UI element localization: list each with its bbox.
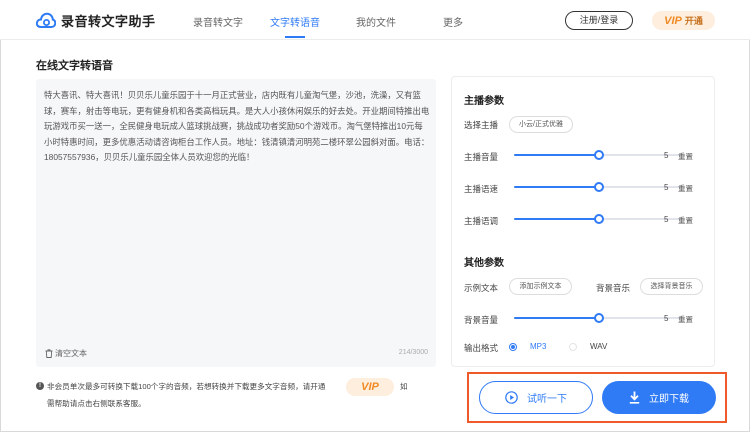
bgm-volume-reset-button[interactable]: 重置 [678,314,693,325]
preview-listen-label: 试听一下 [527,394,567,405]
info-icon: ! [36,382,44,390]
radio-selected-icon [509,342,517,351]
speed-label: 主播语速 [464,184,499,194]
add-sample-text-button[interactable]: 添加示例文本 [509,278,572,295]
notice-text-line1: 非会员单次最多可转换下载100个字的音频，若想转换并下载更多文字音频，请开通 [47,382,326,391]
action-highlight-box: 试听一下 立即下载 [467,372,727,423]
pitch-label: 主播语调 [464,216,499,226]
volume-reset-button[interactable]: 重置 [678,151,693,162]
speed-value: 5 [664,183,669,192]
text-editor[interactable]: 特大喜讯、特大喜讯！贝贝乐儿童乐园于十一月正式营业，店内既有儿童淘气堡，沙池，洗… [36,79,436,367]
speed-slider-fill [514,186,599,188]
bgm-volume-slider[interactable] [514,313,684,323]
vip-open-button[interactable]: VIP 开通 [652,11,715,30]
volume-slider-fill [514,154,599,156]
preview-listen-button[interactable]: 试听一下 [479,381,593,414]
volume-slider-thumb[interactable] [594,150,604,160]
choose-bgm-button[interactable]: 选择背景音乐 [640,278,703,295]
format-label: 输出格式 [464,343,499,353]
download-now-button[interactable]: 立即下载 [602,381,716,414]
notice-vip-button[interactable]: VIP [346,378,394,396]
pitch-reset-button[interactable]: 重置 [678,215,693,226]
app-logo[interactable]: 录音转文字助手 [36,11,156,30]
editor-text[interactable]: 特大喜讯、特大喜讯！贝贝乐儿童乐园于十一月正式营业，店内既有儿童淘气堡，沙池，洗… [44,88,430,166]
clear-text-button[interactable]: 清空文本 [45,348,87,359]
app-name: 录音转文字助手 [61,14,156,29]
radio-empty-icon [569,342,577,351]
notice-text-line2: 需帮助请点击右侧联系客服。 [47,399,146,408]
top-header: 录音转文字助手 录音转文字 文字转语音 我的文件 更多 注册/登录 VIP 开通 [0,0,750,40]
pitch-slider-fill [514,218,599,220]
broadcast-params-title: 主播参数 [464,96,504,107]
volume-value: 5 [664,151,669,160]
settings-panel: 主播参数 选择主播 小云/正式优雅 主播音量 5 重置 主播语速 5 重置 主播… [451,76,715,367]
pitch-slider[interactable] [514,214,684,224]
bgm-label: 背景音乐 [596,283,631,293]
anchor-select-button[interactable]: 小云/正式优雅 [509,116,573,133]
format-wav-label: WAV [590,342,608,351]
bgm-volume-slider-thumb[interactable] [594,313,604,323]
clear-text-label: 清空文本 [55,349,87,358]
notice-text-tail: 如 [400,382,408,391]
other-params-title: 其他参数 [464,258,504,269]
cloud-logo-icon [36,12,56,28]
login-button[interactable]: 注册/登录 [565,11,633,30]
download-now-label: 立即下载 [649,394,689,405]
anchor-label: 选择主播 [464,120,499,130]
char-count: 214/3000 [398,349,428,356]
download-icon [629,391,640,404]
page-title: 在线文字转语音 [36,60,113,72]
format-wav-radio[interactable]: WAV [569,342,607,351]
bgm-volume-label: 背景音量 [464,315,499,325]
format-mp3-radio[interactable]: MP3 [509,342,546,351]
pitch-slider-thumb[interactable] [594,214,604,224]
speed-slider-thumb[interactable] [594,182,604,192]
speed-slider[interactable] [514,182,684,192]
volume-label: 主播音量 [464,152,499,162]
speed-reset-button[interactable]: 重置 [678,183,693,194]
volume-slider[interactable] [514,150,684,160]
nav-speech-to-text[interactable]: 录音转文字 [193,14,243,29]
trash-icon [45,349,53,358]
bgm-volume-value: 5 [664,314,669,323]
nav-my-files[interactable]: 我的文件 [356,14,396,29]
bgm-volume-slider-fill [514,317,599,319]
nav-text-to-speech[interactable]: 文字转语音 [270,14,320,38]
vip-open-label: 开通 [684,16,703,26]
pitch-value: 5 [664,215,669,224]
sample-text-label: 示例文本 [464,283,499,293]
format-mp3-label: MP3 [530,342,547,351]
play-icon [505,391,518,404]
vip-logo: VIP [664,14,682,27]
nav-more[interactable]: 更多 [443,14,463,29]
